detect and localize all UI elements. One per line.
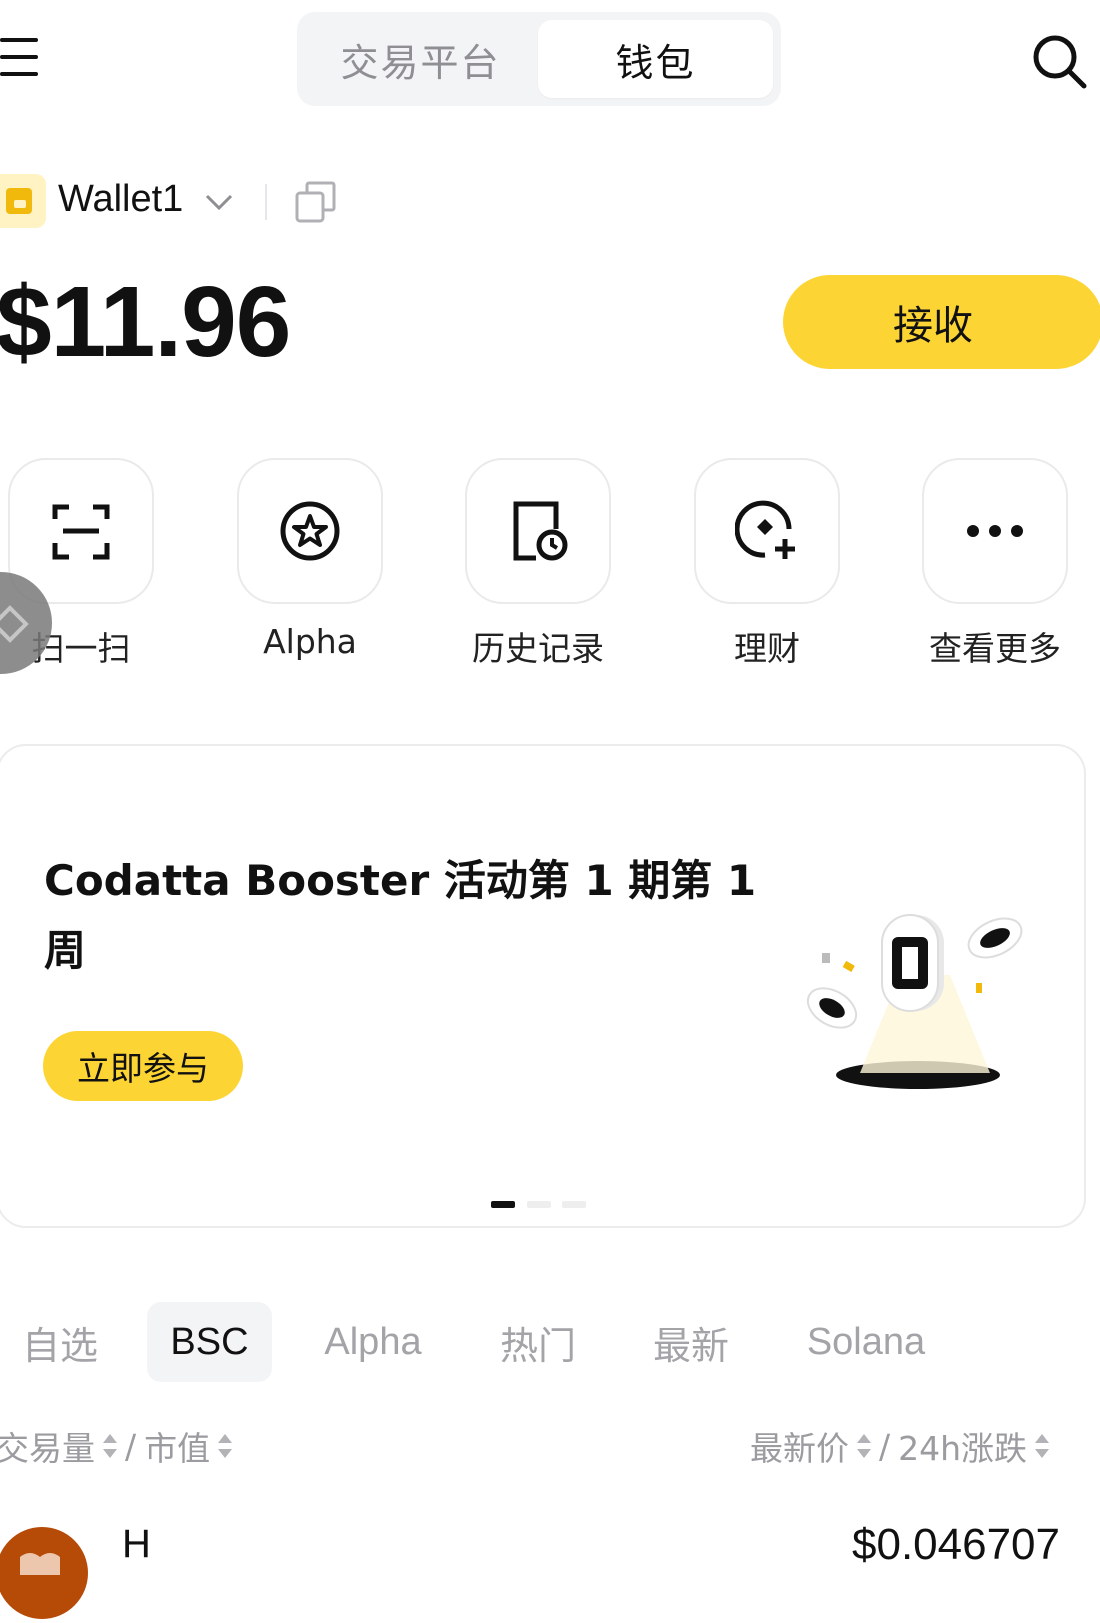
tab-solana[interactable]: Solana [795,1302,937,1382]
more-button[interactable] [922,458,1068,604]
floating-assistant-button[interactable] [0,572,52,674]
divider [265,184,267,220]
join-now-button[interactable]: 立即参与 [43,1031,243,1101]
tab-exchange[interactable]: 交易平台 [303,20,538,98]
tab-alpha[interactable]: Alpha [310,1302,436,1382]
search-icon[interactable] [1030,32,1090,92]
column-change: 24h涨跌 [898,1429,1028,1468]
alpha-button[interactable] [237,458,383,604]
carousel-dot[interactable] [527,1201,551,1208]
earn-button[interactable] [694,458,840,604]
copy-icon[interactable] [294,180,338,224]
quick-action-label: 理财 [734,629,800,668]
banner-illustration [806,914,1023,1089]
scan-icon [52,504,110,560]
token-symbol[interactable]: H [122,1522,151,1567]
token-price: $0.046707 [852,1520,1060,1569]
carousel-dot[interactable] [562,1201,586,1208]
binance-logo-icon [0,605,29,643]
alpha-star-icon [280,501,340,561]
sort-icon [857,1431,871,1461]
carousel-dot[interactable] [491,1201,515,1208]
history-button[interactable] [465,458,611,604]
top-segmented-control: 交易平台 钱包 [297,12,781,106]
wallet-icon [0,174,46,228]
column-volume: 交易量 [0,1429,95,1468]
column-mcap: 市值 [144,1429,211,1468]
token-avatar [0,1527,88,1619]
menu-icon[interactable] [0,38,40,80]
earn-icon [735,500,795,559]
quick-action-label: 历史记录 [472,629,604,668]
column-price: 最新价 [750,1429,849,1468]
column-separator: / [879,1426,891,1466]
history-icon [513,501,568,561]
banner-title: Codatta Booster 活动第 1 期第 1 周 [44,856,757,975]
chevron-down-icon[interactable] [204,190,234,214]
more-icon [967,525,1023,537]
tab-new[interactable]: 最新 [641,1302,741,1382]
column-separator: / [125,1426,137,1466]
tab-watchlist[interactable]: 自选 [10,1302,110,1382]
tab-bsc[interactable]: BSC [147,1302,272,1382]
quick-action-label: Alpha [263,622,357,661]
sort-icon [218,1431,233,1461]
sort-icon [1035,1431,1050,1461]
sort-icon [103,1431,117,1461]
sort-price-change[interactable]: 最新价 / 24h涨跌 [750,1422,1050,1470]
receive-button[interactable]: 接收 [783,275,1100,369]
wallet-balance: $11.96 [0,266,291,378]
wallet-name[interactable]: Wallet1 [58,178,183,221]
quick-action-label: 查看更多 [929,629,1061,668]
tab-hot[interactable]: 热门 [488,1302,588,1382]
tab-wallet[interactable]: 钱包 [538,20,773,98]
sort-volume-mcap[interactable]: 交易量 / 市值 [0,1422,233,1470]
